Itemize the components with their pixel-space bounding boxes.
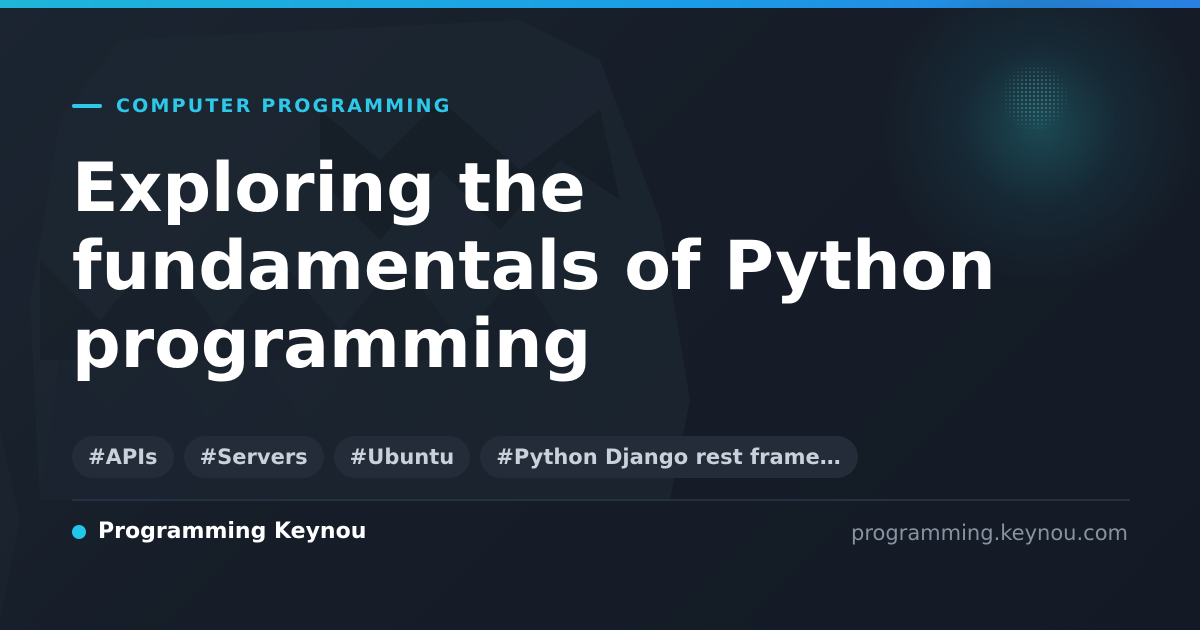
brand: Programming Keynou <box>72 519 366 544</box>
category-label: COMPUTER PROGRAMMING <box>72 95 452 117</box>
brand-dot-icon <box>72 524 86 539</box>
tag-apis: #APIs <box>72 436 174 478</box>
title-line-3: programming <box>72 305 592 384</box>
title-line-2: fundamentals of Python <box>72 227 996 306</box>
dot-pattern-decoration <box>1000 62 1070 132</box>
tag-servers: #Servers <box>183 436 324 478</box>
site-domain: programming.keynou.com <box>851 521 1128 545</box>
title-line-1: Exploring the <box>72 149 586 228</box>
page-title: Exploring the fundamentals of Python pro… <box>72 150 1052 384</box>
preview-card: COMPUTER PROGRAMMING Exploring the funda… <box>0 0 1200 630</box>
category-text: COMPUTER PROGRAMMING <box>116 95 452 117</box>
tag-list: #APIs #Servers #Ubuntu #Python Django re… <box>72 436 868 478</box>
brand-name: Programming Keynou <box>98 519 367 544</box>
category-accent-line <box>72 104 102 108</box>
tag-ubuntu: #Ubuntu <box>333 436 471 478</box>
tag-python-django-rest-framework: #Python Django rest framework <box>480 436 859 478</box>
footer-divider <box>72 499 1130 501</box>
